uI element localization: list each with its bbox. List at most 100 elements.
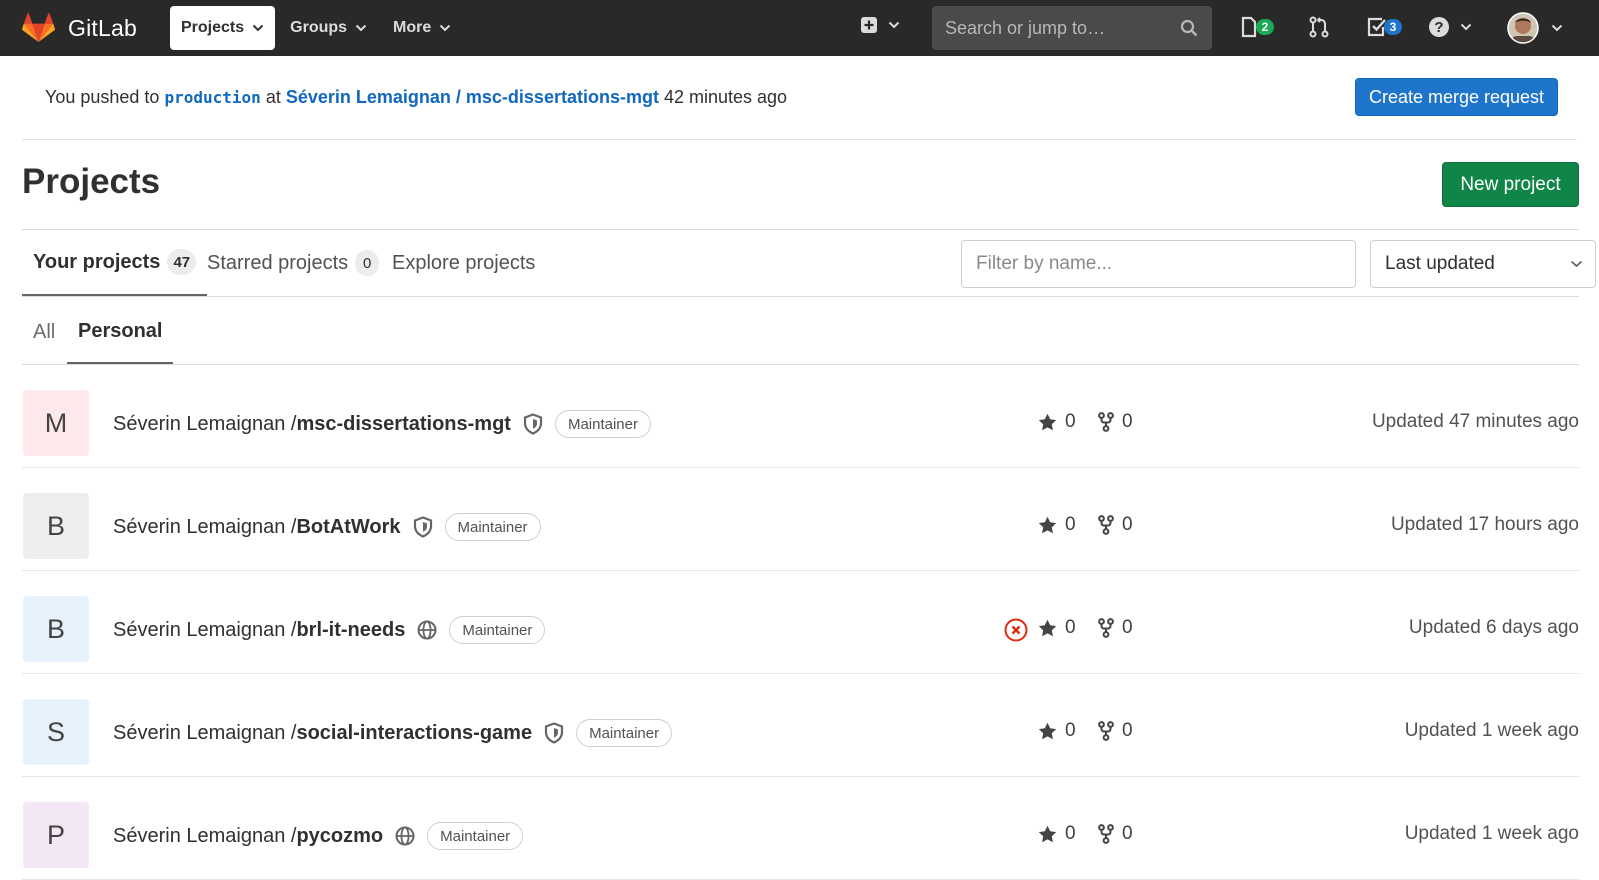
updated-time: Updated 1 week ago bbox=[1404, 823, 1579, 844]
stars-count-link[interactable]: 0 bbox=[1038, 720, 1076, 742]
gitlab-home-link[interactable]: GitLab bbox=[22, 0, 137, 56]
search-placeholder: Search or jump to… bbox=[945, 17, 1106, 38]
stars-count-link[interactable]: 0 bbox=[1038, 514, 1076, 536]
tab-starred-projects[interactable]: Starred projects 0 bbox=[196, 230, 390, 296]
project-name-link[interactable]: Séverin Lemaignan / brl-it-needs Maintain… bbox=[113, 616, 546, 644]
project-namespace: Séverin Lemaignan / bbox=[113, 618, 297, 641]
stars-count-link[interactable]: 0 bbox=[1038, 617, 1076, 639]
stars-count: 0 bbox=[1065, 411, 1076, 432]
tab-label: Your projects bbox=[33, 250, 161, 273]
forks-count-link[interactable]: 0 bbox=[1098, 720, 1133, 742]
issues-count-badge: 2 bbox=[1256, 19, 1274, 35]
project-row[interactable]: P Séverin Lemaignan / pycozmo Maintainer 0 0… bbox=[22, 777, 1579, 880]
stars-count: 0 bbox=[1065, 823, 1076, 844]
top-navbar: GitLab Projects Groups More Search or ju… bbox=[0, 0, 1599, 56]
project-namespace: Séverin Lemaignan / bbox=[113, 412, 297, 435]
forks-count-link[interactable]: 0 bbox=[1098, 823, 1133, 845]
project-avatar[interactable]: B bbox=[23, 493, 89, 559]
new-project-button[interactable]: New project bbox=[1442, 162, 1579, 207]
tab-explore-projects[interactable]: Explore projects bbox=[381, 230, 546, 296]
push-time: 42 minutes ago bbox=[663, 87, 788, 107]
stars-count-link[interactable]: 0 bbox=[1038, 411, 1076, 433]
role-badge: Maintainer bbox=[554, 410, 651, 438]
fork-icon bbox=[1098, 824, 1114, 844]
issues-link[interactable]: 2 bbox=[1238, 0, 1288, 56]
merge-requests-link[interactable] bbox=[1306, 0, 1336, 56]
starred-projects-count-badge: 0 bbox=[355, 250, 380, 276]
chevron-down-icon bbox=[1460, 23, 1472, 31]
subtab-personal[interactable]: Personal bbox=[67, 300, 174, 364]
forks-count-link[interactable]: 0 bbox=[1098, 617, 1133, 639]
sort-dropdown[interactable]: Last updated bbox=[1370, 240, 1596, 288]
nav-more[interactable]: More bbox=[382, 6, 462, 50]
project-name-link[interactable]: Séverin Lemaignan / pycozmo Maintainer bbox=[113, 822, 524, 850]
gitlab-logo-icon bbox=[22, 13, 55, 42]
star-icon bbox=[1038, 619, 1057, 637]
user-avatar bbox=[1507, 12, 1539, 44]
project-avatar[interactable]: P bbox=[23, 802, 89, 868]
project-row[interactable]: M Séverin Lemaignan / msc-dissertations-m… bbox=[22, 365, 1579, 468]
globe-icon bbox=[417, 620, 437, 640]
project-row[interactable]: S Séverin Lemaignan / social-interactions… bbox=[22, 674, 1579, 777]
star-icon bbox=[1038, 825, 1057, 843]
nav-projects[interactable]: Projects bbox=[170, 6, 276, 50]
fork-icon bbox=[1098, 618, 1114, 638]
push-branch-link[interactable]: production bbox=[164, 88, 260, 107]
page-title: Projects bbox=[22, 162, 161, 201]
updated-time: Updated 1 week ago bbox=[1404, 720, 1579, 741]
project-avatar[interactable]: M bbox=[23, 390, 89, 456]
filter-by-name-input[interactable] bbox=[961, 240, 1356, 288]
global-search-input[interactable]: Search or jump to… bbox=[932, 6, 1212, 50]
tab-your-projects[interactable]: Your projects 47 bbox=[22, 230, 208, 296]
project-name: pycozmo bbox=[296, 824, 384, 847]
chevron-down-icon bbox=[888, 21, 900, 29]
forks-count-link[interactable]: 0 bbox=[1098, 411, 1133, 433]
project-name-link[interactable]: Séverin Lemaignan / BotAtWork Maintainer bbox=[113, 513, 541, 541]
updated-time: Updated 6 days ago bbox=[1408, 617, 1579, 638]
chevron-down-icon bbox=[1570, 260, 1583, 268]
project-row[interactable]: B Séverin Lemaignan / brl-it-needs Maintai… bbox=[22, 571, 1579, 674]
project-name-link[interactable]: Séverin Lemaignan / msc-dissertations-mg… bbox=[113, 410, 651, 438]
todos-link[interactable]: 3 bbox=[1364, 0, 1414, 56]
create-merge-request-button[interactable]: Create merge request bbox=[1355, 78, 1558, 116]
project-namespace: Séverin Lemaignan / bbox=[113, 824, 297, 847]
stars-count-link[interactable]: 0 bbox=[1038, 823, 1076, 845]
forks-count: 0 bbox=[1122, 720, 1133, 741]
pipeline-failed-icon[interactable] bbox=[1004, 618, 1028, 642]
project-row[interactable]: B Séverin Lemaignan / BotAtWork Maintainer… bbox=[22, 468, 1579, 571]
chevron-down-icon bbox=[1551, 24, 1563, 32]
subtab-all[interactable]: All bbox=[22, 300, 66, 364]
nav-groups[interactable]: Groups bbox=[279, 6, 378, 50]
fork-icon bbox=[1098, 412, 1114, 432]
help-dropdown-button[interactable]: ? bbox=[1428, 16, 1472, 38]
forks-count: 0 bbox=[1122, 411, 1133, 432]
shield-icon bbox=[523, 413, 543, 435]
nav-groups-label: Groups bbox=[290, 19, 348, 36]
push-event-text: You pushed to production at Séverin Lema… bbox=[45, 87, 787, 108]
project-avatar[interactable]: B bbox=[23, 596, 89, 662]
push-project-link[interactable]: Séverin Lemaignan / msc-dissertations-mg… bbox=[286, 87, 659, 107]
star-icon bbox=[1038, 722, 1057, 740]
stars-count: 0 bbox=[1065, 617, 1076, 638]
nav-more-label: More bbox=[393, 19, 432, 36]
merge-request-icon bbox=[1309, 16, 1329, 38]
push-prefix: You pushed to bbox=[45, 87, 160, 107]
svg-text:?: ? bbox=[1434, 19, 1443, 36]
role-badge: Maintainer bbox=[576, 719, 673, 747]
todos-count-badge: 3 bbox=[1384, 19, 1402, 35]
forks-count-link[interactable]: 0 bbox=[1098, 514, 1133, 536]
project-avatar[interactable]: S bbox=[23, 699, 89, 765]
user-menu-button[interactable] bbox=[1507, 12, 1563, 44]
search-icon bbox=[1180, 19, 1198, 37]
fork-icon bbox=[1098, 515, 1114, 535]
project-name-link[interactable]: Séverin Lemaignan / social-interactions-… bbox=[113, 719, 673, 747]
brand-name: GitLab bbox=[68, 14, 137, 41]
question-circle-icon: ? bbox=[1429, 17, 1449, 37]
new-dropdown-button[interactable] bbox=[860, 16, 900, 34]
forks-count: 0 bbox=[1122, 514, 1133, 535]
stars-count: 0 bbox=[1065, 514, 1076, 535]
nav-projects-label: Projects bbox=[181, 19, 245, 36]
stars-count: 0 bbox=[1065, 720, 1076, 741]
tab-label: Starred projects bbox=[207, 251, 349, 274]
plus-square-icon bbox=[861, 17, 877, 33]
